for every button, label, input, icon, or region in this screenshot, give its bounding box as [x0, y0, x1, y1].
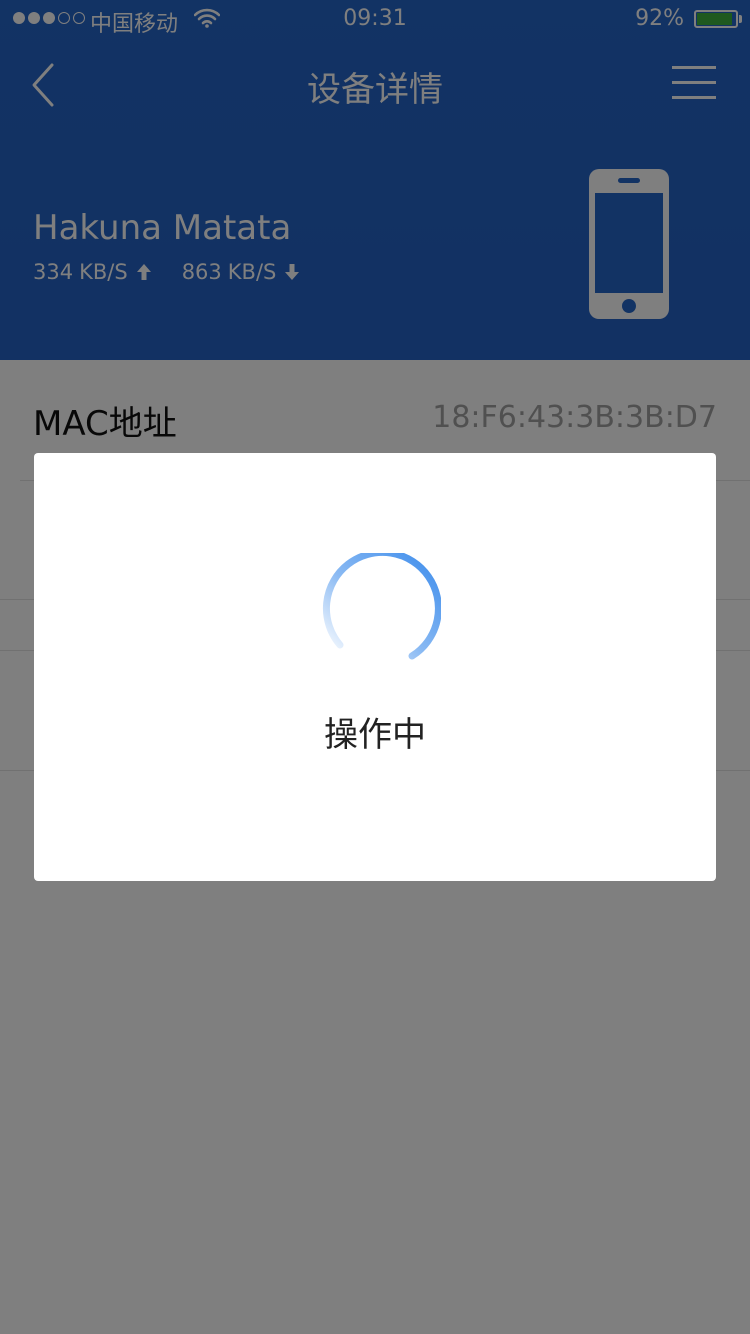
loading-message: 操作中: [324, 715, 426, 755]
loading-spinner-icon: [322, 553, 441, 660]
loading-dialog: 操作中: [34, 453, 716, 881]
